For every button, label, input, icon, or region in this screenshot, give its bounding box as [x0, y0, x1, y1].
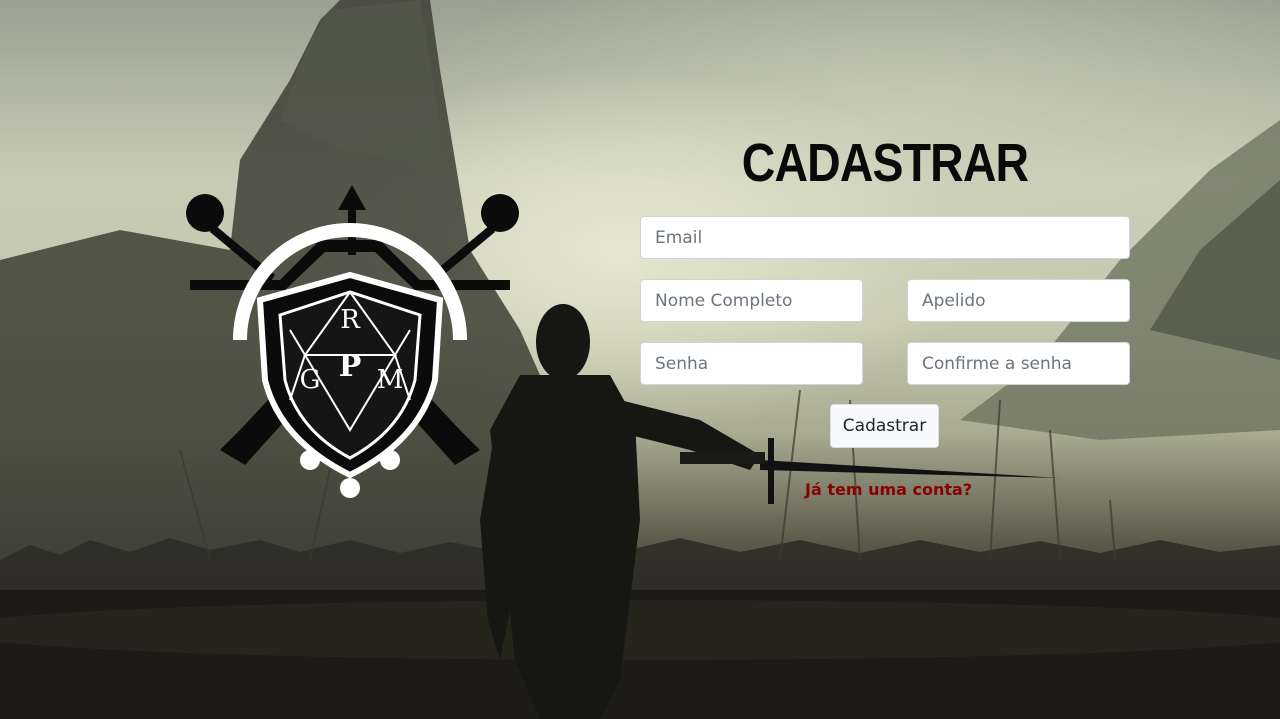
login-link[interactable]: Já tem uma conta?	[805, 480, 972, 499]
submit-button[interactable]: Cadastrar	[830, 404, 939, 448]
logo-letter-g: G	[300, 365, 321, 395]
confirm-password-input[interactable]	[907, 342, 1130, 385]
page-title: CADASTRAR	[741, 133, 1029, 193]
logo-letter-p: P	[339, 349, 362, 384]
email-input[interactable]	[640, 216, 1130, 259]
password-input[interactable]	[640, 342, 863, 385]
signup-page: R G P M CADASTRAR Cadastrar Já tem uma c…	[0, 0, 1280, 719]
nickname-input[interactable]	[907, 279, 1130, 322]
logo-letter-m: M	[377, 365, 404, 395]
fullname-input[interactable]	[640, 279, 863, 322]
rpg-logo-emblem: R G P M	[186, 185, 519, 498]
logo-letter-r: R	[340, 305, 361, 335]
